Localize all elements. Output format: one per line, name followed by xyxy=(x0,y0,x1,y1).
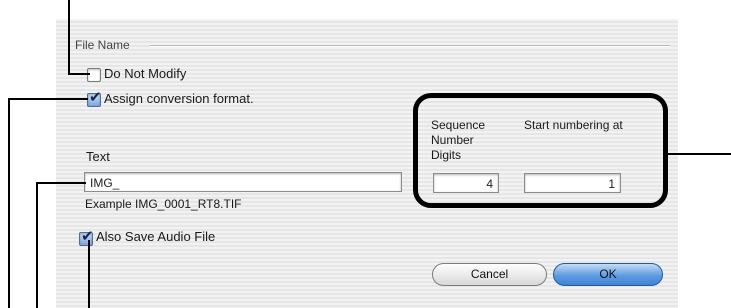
assign-conversion-label: Assign conversion format. xyxy=(104,91,254,106)
also-save-audio-checkbox[interactable]: ✔ xyxy=(79,229,94,246)
example-filename: Example IMG_0001_RT8.TIF xyxy=(85,197,242,211)
assign-conversion-checkbox[interactable]: ✔ xyxy=(87,88,102,107)
callout-line-text-arm xyxy=(36,182,86,184)
callout-line-numbering xyxy=(667,153,731,155)
callout-line-do-not-modify-arm xyxy=(68,73,90,75)
callout-line-assign-arm xyxy=(8,98,88,100)
cancel-button[interactable]: Cancel xyxy=(432,263,547,286)
callout-line-text xyxy=(36,182,38,308)
file-name-divider xyxy=(150,45,670,47)
digits-label-line1: Sequence xyxy=(431,118,486,132)
do-not-modify-checkbox[interactable] xyxy=(87,68,101,82)
do-not-modify-label: Do Not Modify xyxy=(104,66,187,81)
callout-line-audio xyxy=(88,240,90,308)
file-name-legend: File Name xyxy=(75,38,130,52)
callout-line-do-not-modify xyxy=(68,0,70,75)
ok-button[interactable]: OK xyxy=(553,263,663,286)
text-input[interactable]: IMG_ xyxy=(84,172,402,192)
digits-label-line2: Number xyxy=(431,133,474,147)
digits-label-line3: Digits xyxy=(431,148,462,162)
text-label: Text xyxy=(86,149,110,164)
sequence-digits-input[interactable]: 4 xyxy=(433,173,499,193)
start-numbering-input[interactable]: 1 xyxy=(524,173,621,193)
start-numbering-label: Start numbering at xyxy=(524,118,623,132)
callout-line-assign xyxy=(8,98,10,308)
checkmark-icon: ✔ xyxy=(89,88,102,106)
also-save-audio-label: Also Save Audio File xyxy=(96,229,216,244)
